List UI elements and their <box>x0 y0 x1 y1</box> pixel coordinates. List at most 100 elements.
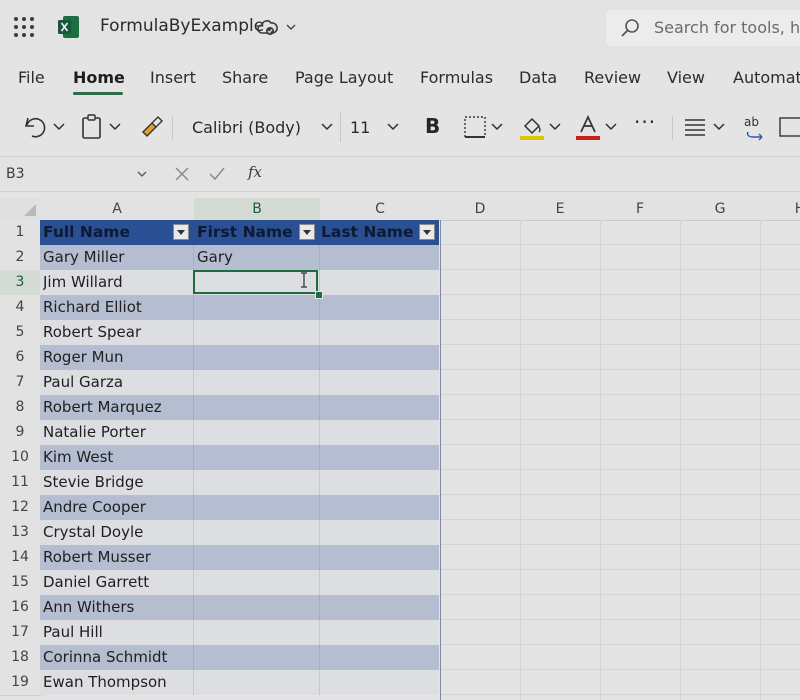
document-title[interactable]: FormulaByExample <box>100 16 264 36</box>
confirm-entry-icon[interactable] <box>208 166 226 182</box>
last-name-cell[interactable] <box>321 295 437 320</box>
first-name-cell[interactable]: Gary <box>197 245 317 270</box>
row-header-10[interactable]: 10 <box>0 445 41 471</box>
last-name-cell[interactable] <box>321 270 437 295</box>
first-name-cell[interactable] <box>197 495 317 520</box>
first-name-cell[interactable] <box>197 320 317 345</box>
full-name-cell[interactable]: Robert Marquez <box>43 395 191 420</box>
borders-chevron-icon[interactable] <box>490 112 504 142</box>
tab-insert[interactable]: Insert <box>150 68 196 87</box>
last-name-cell[interactable] <box>321 320 437 345</box>
full-name-cell[interactable]: Paul Garza <box>43 370 191 395</box>
row-header-9[interactable]: 9 <box>0 420 41 446</box>
first-name-cell[interactable] <box>197 595 317 620</box>
tab-automate[interactable]: Automat <box>733 68 800 87</box>
last-name-cell[interactable] <box>321 370 437 395</box>
bold-button[interactable]: B <box>425 114 440 138</box>
row-header-4[interactable]: 4 <box>0 295 41 321</box>
first-name-cell[interactable] <box>197 520 317 545</box>
font-color-icon[interactable] <box>574 112 602 142</box>
row-header-11[interactable]: 11 <box>0 470 41 496</box>
fill-color-icon[interactable] <box>518 112 546 142</box>
full-name-cell[interactable]: Corinna Schmidt <box>43 645 191 670</box>
first-name-cell[interactable] <box>197 345 317 370</box>
table-header-cell[interactable]: First Name <box>197 220 293 245</box>
row-header-3[interactable]: 3 <box>0 270 41 296</box>
first-name-cell[interactable] <box>197 420 317 445</box>
row-header-18[interactable]: 18 <box>0 645 41 671</box>
last-name-cell[interactable] <box>321 645 437 670</box>
autosave-cloud-icon[interactable] <box>256 17 278 39</box>
last-name-cell[interactable] <box>321 570 437 595</box>
fill-color-chevron-icon[interactable] <box>548 112 562 142</box>
tab-page-layout[interactable]: Page Layout <box>295 68 393 87</box>
last-name-cell[interactable] <box>321 420 437 445</box>
borders-icon[interactable] <box>462 112 488 142</box>
row-header-7[interactable]: 7 <box>0 370 41 396</box>
paste-clipboard-icon[interactable] <box>80 112 104 142</box>
tab-data[interactable]: Data <box>519 68 557 87</box>
font-size-dropdown[interactable]: 11 <box>340 112 406 142</box>
column-header-f[interactable]: F <box>600 198 681 221</box>
font-color-chevron-icon[interactable] <box>604 112 618 142</box>
full-name-cell[interactable]: Ann Withers <box>43 595 191 620</box>
align-icon[interactable] <box>682 112 708 142</box>
column-header-a[interactable]: A <box>40 198 195 221</box>
search-input[interactable]: Search for tools, he <box>654 18 800 37</box>
first-name-cell[interactable] <box>197 545 317 570</box>
column-header-e[interactable]: E <box>520 198 601 221</box>
column-header-c[interactable]: C <box>320 198 441 221</box>
paste-chevron-icon[interactable] <box>108 112 122 142</box>
chevron-down-icon[interactable] <box>285 17 297 37</box>
worksheet-grid[interactable]: ABCDEFGH1Full NameFirst NameLast Name2Ga… <box>0 198 800 700</box>
last-name-cell[interactable] <box>321 520 437 545</box>
cancel-entry-icon[interactable] <box>174 166 190 182</box>
tab-home[interactable]: Home <box>73 68 125 87</box>
column-header-b[interactable]: B <box>194 198 321 222</box>
full-name-cell[interactable]: Andre Cooper <box>43 495 191 520</box>
first-name-cell[interactable] <box>197 670 317 695</box>
font-family-dropdown[interactable]: Calibri (Body) <box>180 112 341 142</box>
full-name-cell[interactable]: Roger Mun <box>43 345 191 370</box>
row-header-19[interactable]: 19 <box>0 670 41 696</box>
last-name-cell[interactable] <box>321 345 437 370</box>
wrap-text-icon[interactable]: ab <box>742 112 768 142</box>
row-header-13[interactable]: 13 <box>0 520 41 546</box>
last-name-cell[interactable] <box>321 470 437 495</box>
row-header-17[interactable]: 17 <box>0 620 41 646</box>
tab-share[interactable]: Share <box>222 68 268 87</box>
row-header-2[interactable]: 2 <box>0 245 41 271</box>
last-name-cell[interactable] <box>321 445 437 470</box>
column-header-h[interactable]: H <box>760 198 800 221</box>
insert-function-button[interactable]: fx <box>248 163 262 181</box>
format-painter-icon[interactable] <box>138 112 164 142</box>
first-name-cell[interactable] <box>197 395 317 420</box>
fill-handle[interactable] <box>315 291 323 299</box>
tab-formulas[interactable]: Formulas <box>420 68 493 87</box>
last-name-cell[interactable] <box>321 245 437 270</box>
filter-dropdown-icon[interactable] <box>299 224 315 240</box>
column-header-g[interactable]: G <box>680 198 761 221</box>
filter-dropdown-icon[interactable] <box>419 224 435 240</box>
row-header-5[interactable]: 5 <box>0 320 41 346</box>
undo-icon[interactable] <box>22 112 48 142</box>
full-name-cell[interactable]: Ewan Thompson <box>43 670 191 695</box>
full-name-cell[interactable]: Stevie Bridge <box>43 470 191 495</box>
app-launcher-icon[interactable] <box>14 17 34 37</box>
full-name-cell[interactable]: Richard Elliot <box>43 295 191 320</box>
full-name-cell[interactable]: Robert Musser <box>43 545 191 570</box>
select-all-button[interactable] <box>0 198 41 221</box>
row-header-12[interactable]: 12 <box>0 495 41 521</box>
full-name-cell[interactable]: Kim West <box>43 445 191 470</box>
last-name-cell[interactable] <box>321 395 437 420</box>
name-box[interactable]: B3 <box>0 157 155 191</box>
tab-review[interactable]: Review <box>584 68 641 87</box>
row-header-8[interactable]: 8 <box>0 395 41 421</box>
last-name-cell[interactable] <box>321 670 437 695</box>
first-name-cell[interactable] <box>197 295 317 320</box>
first-name-cell[interactable] <box>197 445 317 470</box>
column-header-d[interactable]: D <box>440 198 521 221</box>
filter-dropdown-icon[interactable] <box>173 224 189 240</box>
last-name-cell[interactable] <box>321 620 437 645</box>
first-name-cell[interactable] <box>197 470 317 495</box>
